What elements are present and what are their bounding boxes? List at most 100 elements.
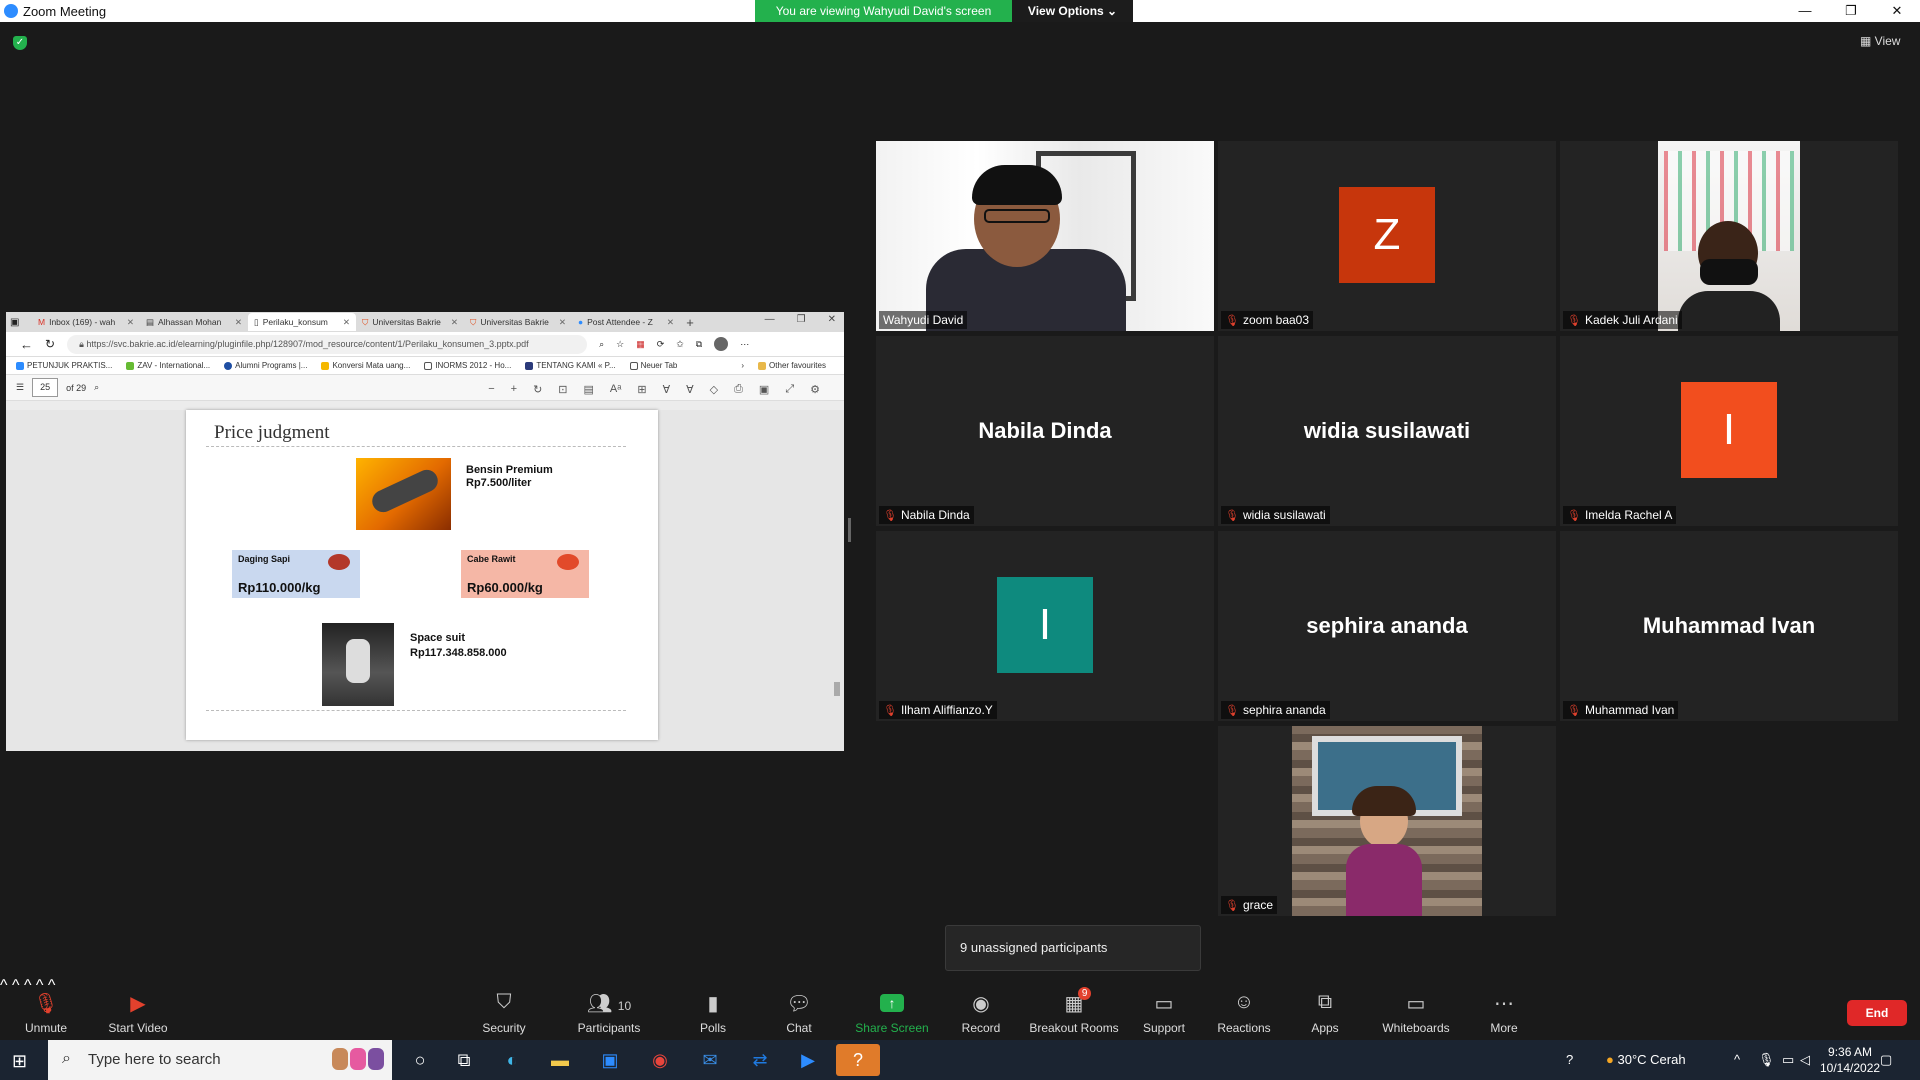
participants-button[interactable]: 👥︎ 10 Participants	[572, 977, 646, 1040]
participant-tile[interactable]: I 🎙︎ Ilham Aliffianzo.Y	[876, 531, 1214, 721]
volume-icon[interactable]: ◁	[1800, 1040, 1810, 1080]
close-icon[interactable]: ✕	[235, 317, 242, 327]
contents-icon[interactable]: ☰	[16, 382, 24, 393]
polls-button[interactable]: ▮ Polls	[689, 977, 737, 1040]
teamviewer-icon[interactable]: ⇄	[738, 1044, 782, 1076]
participant-tile[interactable]: Z 🎙︎ zoom baa03	[1218, 141, 1556, 331]
microphone-icon[interactable]: 🎙︎	[1758, 1040, 1775, 1080]
back-icon[interactable]: ←	[20, 337, 33, 352]
page-view-icon[interactable]: ▤	[584, 383, 594, 396]
bookmark-item[interactable]: TENTANG KAMI « P...	[525, 361, 616, 370]
windows-start-icon[interactable]: ⊞	[12, 1051, 27, 1072]
minimize-button[interactable]: —	[1782, 0, 1828, 22]
browser-tab-active[interactable]: ▯ Perilaku_konsum ✕	[248, 313, 356, 331]
participant-tile[interactable]: 🎙︎ grace	[1218, 726, 1556, 916]
close-icon[interactable]: ✕	[127, 317, 134, 327]
zoom-out-icon[interactable]: −	[488, 383, 494, 396]
print-icon[interactable]: ⎙	[734, 383, 743, 396]
browser-tab[interactable]: ⛉ Universitas Bakrie ✕	[356, 313, 464, 331]
participant-tile[interactable]: Nabila Dinda 🎙︎ Nabila Dinda	[876, 336, 1214, 526]
cortana-icon[interactable]: ○	[398, 1044, 442, 1076]
collections-icon[interactable]: ⧉	[696, 339, 702, 350]
participant-tile[interactable]: I 🎙︎ Imelda Rachel A	[1560, 336, 1898, 526]
pdf-viewer[interactable]: Price judgment Bensin Premium Rp7.500/li…	[6, 410, 844, 751]
task-view-icon[interactable]: ⧉	[442, 1044, 486, 1076]
fullscreen-icon[interactable]: ⤢	[785, 383, 794, 396]
close-icon[interactable]: ✕	[667, 317, 674, 327]
support-button[interactable]: ▭ Support	[1138, 977, 1190, 1040]
help-icon[interactable]: ?	[836, 1044, 880, 1076]
taskbar-search[interactable]: ⌕ Type here to search	[48, 1040, 392, 1080]
security-button[interactable]: ⛉ Security	[476, 977, 532, 1040]
settings-icon[interactable]: ⚙	[810, 383, 820, 396]
store-icon[interactable]: ▣	[588, 1044, 632, 1076]
encryption-shield-icon[interactable]: ✓	[13, 36, 27, 50]
close-icon[interactable]: ✕	[451, 317, 458, 327]
url-field[interactable]: 🔒︎ https://svc.bakrie.ac.id/elearning/pl…	[67, 334, 588, 354]
breakout-rooms-button[interactable]: ▦ 9 Breakout Rooms	[1026, 977, 1122, 1040]
browser-tab[interactable]: ● Post Attendee - Z ✕	[572, 313, 680, 331]
favorite-add-icon[interactable]: ☆	[616, 339, 624, 350]
read-aloud-icon[interactable]: Aᵃ	[610, 383, 621, 396]
search-icon[interactable]: ⌕	[94, 382, 99, 393]
zoom-search-icon[interactable]: ⌕	[599, 339, 604, 350]
weather-widget[interactable]: ● 30°C Cerah	[1606, 1040, 1686, 1080]
chrome-icon[interactable]: ◉	[638, 1044, 682, 1076]
add-text-icon[interactable]: ⊞	[637, 383, 646, 396]
zoom-taskbar-icon[interactable]: ▶	[786, 1044, 830, 1076]
favorites-icon[interactable]: ✩	[676, 339, 684, 350]
tray-help-icon[interactable]: ?	[1566, 1040, 1573, 1080]
show-hidden-icons-icon[interactable]: ^	[1734, 1040, 1740, 1080]
bookmark-item[interactable]: INORMS 2012 - Ho...	[424, 361, 511, 370]
zoom-in-icon[interactable]: +	[511, 383, 517, 396]
rotate-icon[interactable]: ↻	[533, 383, 542, 396]
minimize-icon[interactable]: —	[765, 314, 775, 325]
view-button[interactable]: ▦ View	[1860, 34, 1900, 48]
file-explorer-icon[interactable]: ▬	[538, 1044, 582, 1076]
other-favourites[interactable]: Other favourites	[758, 361, 826, 370]
highlight-icon[interactable]: ∀	[686, 383, 694, 396]
restore-button[interactable]: ❐	[1828, 0, 1874, 22]
browser-tab[interactable]: M Inbox (169) - wah ✕	[32, 313, 140, 331]
close-icon[interactable]: ✕	[828, 314, 836, 325]
edge-icon[interactable]: ◐	[490, 1044, 534, 1076]
draw-icon[interactable]: ∀	[663, 383, 671, 396]
fit-page-icon[interactable]: ⊡	[558, 383, 567, 396]
bookmark-item[interactable]: Neuer Tab	[629, 361, 677, 370]
page-number-input[interactable]: 25	[32, 378, 59, 397]
bookmark-item[interactable]: PETUNJUK PRAKTIS...	[16, 361, 112, 370]
sync-icon[interactable]: ⟳	[657, 339, 665, 350]
save-icon[interactable]: ▣	[759, 383, 769, 396]
participant-tile[interactable]: widia susilawati 🎙︎ widia susilawati	[1218, 336, 1556, 526]
share-screen-button[interactable]: ↑ Share Screen	[852, 977, 932, 1040]
participant-tile[interactable]: Muhammad Ivan 🎙︎ Muhammad Ivan	[1560, 531, 1898, 721]
more-icon[interactable]: ⋯	[740, 339, 749, 350]
end-meeting-button[interactable]: End	[1847, 1000, 1907, 1026]
more-bookmarks-icon[interactable]: ›	[741, 361, 744, 370]
reload-icon[interactable]: ↻	[45, 337, 55, 351]
profile-avatar[interactable]	[714, 337, 729, 351]
bookmark-item[interactable]: Alumni Programs |...	[224, 361, 307, 370]
split-drag-handle[interactable]	[848, 518, 851, 542]
record-button[interactable]: ◉ Record	[958, 977, 1004, 1040]
view-options-button[interactable]: View Options ⌄	[1012, 0, 1133, 22]
erase-icon[interactable]: ◇	[710, 383, 718, 396]
taskbar-clock[interactable]: 9:36 AM 10/14/2022	[1820, 1044, 1880, 1076]
close-icon[interactable]: ✕	[343, 317, 350, 327]
unmute-button[interactable]: 🎙︎ Unmute	[14, 977, 78, 1040]
restore-icon[interactable]: ❐	[797, 314, 806, 325]
start-video-button[interactable]: ▶︎ Start Video	[100, 977, 176, 1040]
notifications-icon[interactable]: ▢	[1880, 1040, 1892, 1080]
tab-actions-icon[interactable]: ▣	[10, 317, 32, 328]
close-button[interactable]: ✕	[1874, 0, 1920, 22]
participant-tile[interactable]: Wahyudi David	[876, 141, 1214, 331]
network-icon[interactable]: ▭	[1782, 1040, 1794, 1080]
browser-tab[interactable]: ▤ Alhassan Mohan ✕	[140, 313, 248, 331]
audio-chevron-icon[interactable]: ^	[0, 977, 8, 994]
mail-icon[interactable]: ✉	[688, 1044, 732, 1076]
close-icon[interactable]: ✕	[559, 317, 566, 327]
participant-tile[interactable]: 🎙︎ Kadek Juli Ardani	[1560, 141, 1898, 331]
bookmark-item[interactable]: Konversi Mata uang...	[321, 361, 410, 370]
unassigned-participants-notice[interactable]: 9 unassigned participants	[945, 925, 1201, 971]
browser-tab[interactable]: ⛉ Universitas Bakrie ✕	[464, 313, 572, 331]
